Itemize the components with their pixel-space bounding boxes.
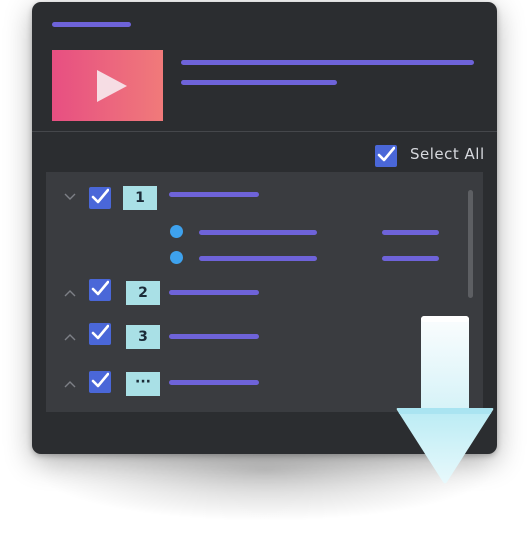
select-all-label: Select All [410, 145, 485, 163]
group-more-checkbox[interactable] [89, 371, 111, 393]
group-2-checkbox[interactable] [89, 279, 111, 301]
video-subtitle-placeholder [181, 80, 337, 85]
sub-item-2-meta-placeholder [382, 256, 439, 261]
sub-item-2-title-placeholder [199, 256, 317, 261]
checkmark-icon [91, 324, 109, 340]
chevron-up-icon[interactable] [64, 289, 76, 297]
select-all-checkbox[interactable] [375, 145, 397, 167]
group-more-title-placeholder [169, 380, 259, 385]
group-2-number: 2 [126, 281, 160, 305]
group-more-number: ··· [126, 372, 160, 396]
group-3-title-placeholder [169, 334, 259, 339]
group-1-checkbox[interactable] [89, 187, 111, 209]
group-2-title-placeholder [169, 290, 259, 295]
group-3-number: 3 [126, 325, 160, 349]
group-1-number: 1 [123, 186, 157, 210]
chevron-up-icon[interactable] [64, 333, 76, 341]
chevron-down-icon[interactable] [64, 193, 76, 201]
checkmark-icon [377, 146, 395, 162]
video-thumbnail[interactable] [52, 50, 163, 121]
bullet-icon [170, 251, 183, 264]
checkmark-icon [91, 372, 109, 388]
sub-item-1-meta-placeholder [382, 230, 439, 235]
video-title-placeholder [181, 60, 474, 65]
group-1-title-placeholder [169, 192, 259, 197]
download-arrow-icon [396, 316, 494, 484]
title-placeholder [52, 22, 131, 27]
bullet-icon [170, 225, 183, 238]
checkmark-icon [91, 188, 109, 204]
tree-scrollbar[interactable] [468, 190, 473, 298]
group-3-checkbox[interactable] [89, 323, 111, 345]
chevron-up-icon[interactable] [64, 380, 76, 388]
header-divider [32, 131, 497, 132]
checkmark-icon [91, 280, 109, 296]
play-icon [97, 70, 127, 102]
sub-item-1-title-placeholder [199, 230, 317, 235]
